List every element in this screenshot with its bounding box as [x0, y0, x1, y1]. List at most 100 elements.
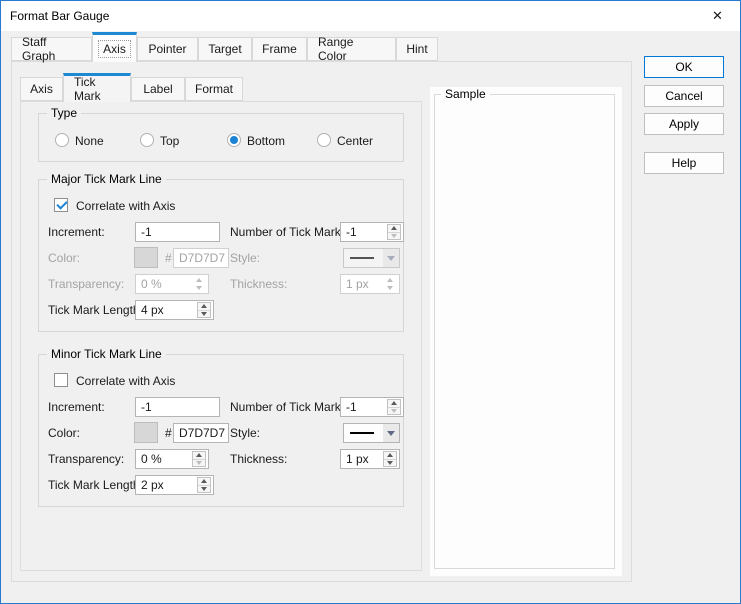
minor-transparency-label: Transparency:	[48, 452, 125, 466]
minor-increment-label: Increment:	[48, 400, 105, 414]
input-value: -1	[141, 400, 152, 414]
major-thickness-spinner: 1 px	[340, 274, 400, 294]
title-bar: Format Bar Gauge ✕	[1, 1, 740, 31]
spin-down-button[interactable]	[198, 311, 210, 318]
chevron-down-icon	[383, 424, 399, 442]
major-tick-length-spinner[interactable]: 4 px	[135, 300, 214, 320]
cancel-button[interactable]: Cancel	[644, 85, 724, 107]
spin-down-button[interactable]	[193, 460, 205, 467]
minor-num-ticks-spinner[interactable]: -1	[340, 397, 404, 417]
minor-style-label: Style:	[230, 426, 261, 440]
subtab-tick-mark[interactable]: Tick Mark	[63, 73, 131, 103]
subtab-label[interactable]: Label	[131, 77, 185, 101]
tab-pointer[interactable]: Pointer	[137, 37, 198, 61]
major-tick-mark-group: Major Tick Mark Line Correlate with Axis…	[38, 172, 404, 332]
sample-group: Sample	[434, 87, 615, 569]
spinner-buttons	[192, 276, 206, 292]
line-style-preview	[350, 257, 374, 259]
input-value: -1	[141, 225, 152, 239]
spin-up-button[interactable]	[198, 478, 210, 486]
spin-down-button[interactable]	[198, 486, 210, 493]
major-increment-input[interactable]: -1	[135, 222, 220, 242]
spinner-value: 0 %	[141, 277, 162, 291]
spinner-buttons	[192, 451, 206, 467]
major-num-ticks-spinner[interactable]: -1	[340, 222, 404, 242]
minor-color-hex-input[interactable]: D7D7D7	[173, 423, 229, 443]
tab-hint[interactable]: Hint	[396, 37, 438, 61]
major-num-ticks-label: Number of Tick Marks:	[230, 225, 351, 239]
minor-num-ticks-label: Number of Tick Marks:	[230, 400, 351, 414]
major-tick-length-label: Tick Mark Length:	[48, 303, 143, 317]
tab-label: Tick Mark	[74, 75, 101, 103]
input-value: D7D7D7	[179, 251, 226, 265]
radio-top[interactable]	[140, 133, 154, 147]
minor-increment-input[interactable]: -1	[135, 397, 220, 417]
spin-up-button	[383, 276, 397, 284]
major-transparency-label: Transparency:	[48, 277, 125, 291]
minor-tick-length-spinner[interactable]: 2 px	[135, 475, 214, 495]
input-value: D7D7D7	[179, 426, 226, 440]
minor-thickness-label: Thickness:	[230, 452, 288, 466]
subtab-format[interactable]: Format	[185, 77, 243, 101]
window-title: Format Bar Gauge	[10, 9, 110, 23]
spin-down-button[interactable]	[388, 233, 400, 240]
spinner-buttons	[197, 477, 211, 493]
radio-bottom[interactable]	[227, 133, 241, 147]
tab-label: Hint	[406, 42, 428, 56]
tab-label: Format	[195, 82, 234, 96]
subtab-axis[interactable]: Axis	[20, 77, 63, 101]
minor-transparency-spinner[interactable]: 0 %	[135, 449, 209, 469]
major-correlate-checkbox[interactable]	[54, 198, 68, 212]
minor-thickness-spinner[interactable]: 1 px	[340, 449, 400, 469]
apply-button[interactable]: Apply	[644, 113, 724, 135]
spinner-buttons	[387, 224, 401, 240]
spin-up-button[interactable]	[384, 452, 396, 460]
sample-group-title: Sample	[441, 87, 490, 101]
spin-down-button[interactable]	[384, 460, 396, 467]
major-thickness-label: Thickness:	[230, 277, 288, 291]
tab-label: Staff Graph	[22, 35, 56, 63]
tab-frame[interactable]: Frame	[252, 37, 307, 61]
tab-axis[interactable]: Axis	[92, 32, 137, 62]
tab-target[interactable]: Target	[198, 37, 252, 61]
tab-label: Axis	[30, 82, 53, 96]
tab-staff-graph[interactable]: Staff Graph	[11, 35, 92, 63]
minor-style-dropdown[interactable]	[343, 423, 400, 443]
spinner-value: 0 %	[141, 452, 162, 466]
help-button[interactable]: Help	[644, 152, 724, 174]
type-group-title: Type	[47, 106, 82, 120]
radio-none[interactable]	[55, 133, 69, 147]
spinner-value: 2 px	[141, 478, 164, 492]
close-icon: ✕	[712, 8, 723, 23]
major-style-label: Style:	[230, 251, 261, 265]
spin-up-button	[192, 276, 206, 284]
minor-tick-length-label: Tick Mark Length:	[48, 478, 143, 492]
hash-sign: #	[165, 251, 172, 265]
major-correlate-label: Correlate with Axis	[76, 199, 176, 213]
minor-group-title: Minor Tick Mark Line	[47, 347, 166, 361]
radio-none-label: None	[75, 134, 104, 148]
button-label: Help	[671, 156, 697, 170]
ok-button[interactable]: OK	[644, 56, 724, 78]
spin-up-button[interactable]	[388, 225, 400, 233]
minor-color-swatch[interactable]	[134, 422, 158, 443]
radio-center[interactable]	[317, 133, 331, 147]
minor-color-label: Color:	[48, 426, 81, 440]
minor-correlate-checkbox[interactable]	[54, 373, 68, 387]
tab-label: Target	[208, 42, 242, 56]
spin-up-button[interactable]	[388, 400, 400, 408]
tab-range-color[interactable]: Range Color	[307, 35, 396, 63]
spin-down-button	[383, 284, 397, 292]
spin-down-button[interactable]	[388, 408, 400, 415]
format-bar-gauge-dialog: Format Bar Gauge ✕ Staff Graph Axis Poin…	[0, 0, 741, 604]
radio-center-label: Center	[337, 134, 374, 148]
hash-sign: #	[165, 426, 172, 440]
tab-label: Frame	[262, 42, 297, 56]
minor-correlate-label: Correlate with Axis	[76, 374, 176, 388]
spin-up-button[interactable]	[198, 303, 210, 311]
major-color-swatch	[134, 247, 158, 268]
major-color-label: Color:	[48, 251, 81, 265]
minor-tick-mark-group: Minor Tick Mark Line Correlate with Axis…	[38, 347, 404, 507]
close-button[interactable]: ✕	[695, 1, 740, 31]
spin-up-button[interactable]	[193, 452, 205, 460]
